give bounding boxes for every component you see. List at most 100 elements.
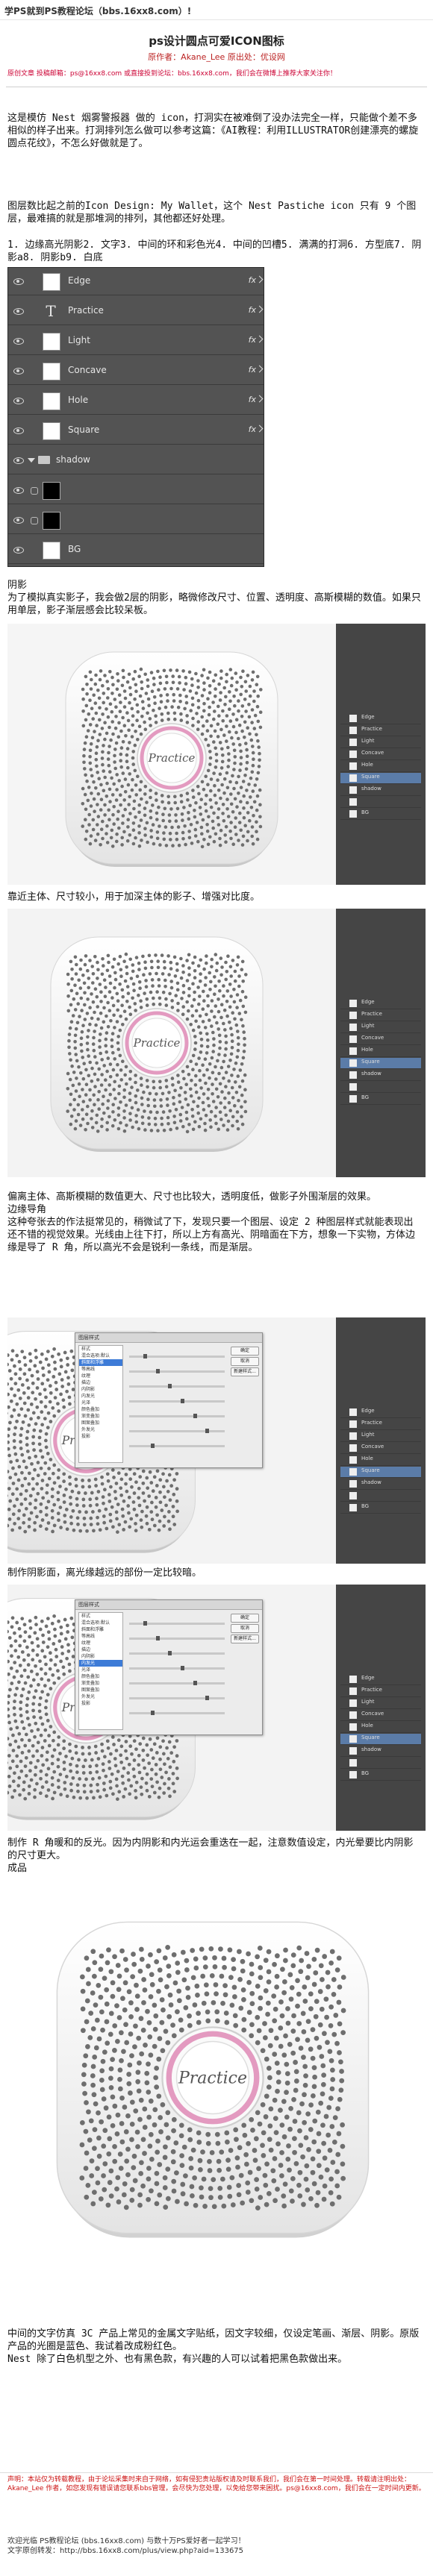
- style-list-item[interactable]: 等高线: [79, 1366, 122, 1373]
- slider[interactable]: [129, 1399, 225, 1403]
- layer-effects-icon[interactable]: fx: [249, 395, 256, 404]
- visibility-eye-icon[interactable]: [13, 455, 24, 466]
- layer-row[interactable]: Practice: [340, 725, 421, 736]
- layer-row[interactable]: shadow: [340, 1746, 421, 1757]
- style-list-item[interactable]: 斜面和浮雕: [79, 1626, 122, 1633]
- layer-row[interactable]: Edge: [340, 713, 421, 724]
- layer-row[interactable]: Hole fx: [8, 387, 264, 415]
- chevron-icon[interactable]: [255, 335, 264, 343]
- slider[interactable]: [129, 1621, 225, 1626]
- layer-row[interactable]: shadow: [340, 1479, 421, 1490]
- layer-row[interactable]: Practice: [340, 1686, 421, 1697]
- layer-row[interactable]: Concave: [340, 1034, 421, 1045]
- slider[interactable]: [129, 1369, 225, 1373]
- slider[interactable]: [129, 1429, 225, 1433]
- style-options[interactable]: [126, 1345, 228, 1463]
- layer-row[interactable]: Square: [340, 1058, 421, 1069]
- visibility-eye-icon[interactable]: [13, 336, 24, 346]
- layer-row[interactable]: Hole: [340, 1455, 421, 1466]
- slider[interactable]: [129, 1696, 225, 1700]
- chevron-icon[interactable]: [255, 395, 264, 403]
- ok-button[interactable]: 确定: [231, 1614, 259, 1623]
- slider-handle[interactable]: [143, 1354, 148, 1358]
- style-list-item[interactable]: 描边: [79, 1646, 122, 1653]
- style-list-item[interactable]: 描边: [79, 1379, 122, 1386]
- layer-row[interactable]: BG: [340, 1770, 421, 1781]
- style-list-item[interactable]: 渐变叠加: [79, 1680, 122, 1687]
- layer-row[interactable]: Concave: [340, 1710, 421, 1721]
- chevron-icon[interactable]: [255, 424, 264, 433]
- slider[interactable]: [129, 1636, 225, 1640]
- slider-handle[interactable]: [205, 1696, 210, 1700]
- style-list-item[interactable]: 内阴影: [79, 1653, 122, 1660]
- visibility-eye-icon[interactable]: [13, 485, 24, 495]
- slider[interactable]: [129, 1414, 225, 1418]
- visibility-eye-icon[interactable]: [13, 515, 24, 525]
- style-list-item[interactable]: 纹理: [79, 1640, 122, 1646]
- layer-row[interactable]: Square fx: [8, 417, 264, 445]
- slider[interactable]: [129, 1444, 225, 1448]
- layer-row[interactable]: Practice: [340, 1419, 421, 1430]
- layer-row[interactable]: [340, 797, 421, 808]
- cancel-button[interactable]: 取消: [231, 1624, 259, 1633]
- style-list-item[interactable]: 投影: [79, 1433, 122, 1440]
- style-list-item[interactable]: 光泽: [79, 1667, 122, 1673]
- layer-row[interactable]: Concave: [340, 749, 421, 760]
- layer-row[interactable]: Concave: [340, 1443, 421, 1454]
- layer-row[interactable]: Square: [340, 1734, 421, 1745]
- slider-handle[interactable]: [143, 1621, 148, 1626]
- layer-row[interactable]: [340, 1758, 421, 1769]
- layer-effects-icon[interactable]: fx: [249, 305, 256, 315]
- style-list-item[interactable]: 颜色叠加: [79, 1673, 122, 1680]
- visibility-eye-icon[interactable]: [13, 276, 24, 286]
- layer-row[interactable]: BG: [340, 1094, 421, 1105]
- slider-handle[interactable]: [155, 1636, 160, 1640]
- style-list-item[interactable]: 图案叠加: [79, 1420, 122, 1426]
- visibility-eye-icon[interactable]: [13, 366, 24, 376]
- layer-row[interactable]: Edge: [340, 998, 421, 1009]
- slider-handle[interactable]: [151, 1711, 155, 1715]
- layer-row[interactable]: T Practice fx: [8, 298, 264, 325]
- style-list-item[interactable]: 内阴影: [79, 1386, 122, 1393]
- style-list-item[interactable]: 颜色叠加: [79, 1406, 122, 1413]
- layer-row[interactable]: Light fx: [8, 328, 264, 355]
- layer-row[interactable]: shadow: [340, 1070, 421, 1081]
- footer-links[interactable]: 欢迎光临 PS教程论坛 (bbs.16xx8.com) 与数十万PS爱好者一起学…: [7, 2536, 426, 2556]
- layer-row[interactable]: [340, 1491, 421, 1502]
- style-list-item[interactable]: 投影: [79, 1700, 122, 1707]
- visibility-eye-icon[interactable]: [13, 395, 24, 406]
- slider-handle[interactable]: [155, 1369, 160, 1373]
- slider-handle[interactable]: [168, 1651, 172, 1655]
- style-list-item[interactable]: 混合选项:默认: [79, 1353, 122, 1359]
- slider[interactable]: [129, 1384, 225, 1388]
- slider-handle[interactable]: [151, 1444, 155, 1448]
- expand-arrow-icon[interactable]: [28, 458, 35, 463]
- chevron-icon[interactable]: [255, 275, 264, 283]
- style-list-item[interactable]: 光泽: [79, 1400, 122, 1406]
- new-button[interactable]: 新建样式...: [231, 1367, 259, 1376]
- layer-row[interactable]: Light: [340, 1698, 421, 1709]
- style-list-item[interactable]: 混合选项:默认: [79, 1620, 122, 1626]
- chevron-icon[interactable]: [255, 365, 264, 373]
- slider-handle[interactable]: [181, 1666, 185, 1670]
- layer-row[interactable]: Hole: [340, 1046, 421, 1057]
- slider-handle[interactable]: [205, 1429, 210, 1433]
- visibility-eye-icon[interactable]: [13, 545, 24, 555]
- layer-row[interactable]: Hole: [340, 761, 421, 772]
- layer-row[interactable]: Square: [340, 1467, 421, 1478]
- style-list-item[interactable]: 渐变叠加: [79, 1413, 122, 1420]
- layer-row[interactable]: shadow: [8, 447, 264, 474]
- layer-style-dialog[interactable]: 图层样式 样式 混合选项:默认 斜面和浮雕 等高线 纹理 描边 内阴影 内发光 光泽 颜色叠加 渐变叠…: [75, 1599, 263, 1735]
- style-list-item[interactable]: 样式: [79, 1613, 122, 1620]
- layer-row[interactable]: Practice: [340, 1010, 421, 1021]
- cancel-button[interactable]: 取消: [231, 1357, 259, 1366]
- style-list-item[interactable]: 内发光: [79, 1660, 122, 1667]
- slider-handle[interactable]: [193, 1414, 197, 1418]
- layer-row[interactable]: [340, 1082, 421, 1093]
- style-list-item[interactable]: 斜面和浮雕: [79, 1359, 122, 1366]
- style-list-item[interactable]: 样式: [79, 1346, 122, 1353]
- layer-row[interactable]: Edge: [340, 1674, 421, 1685]
- layer-row[interactable]: Edge fx: [8, 268, 264, 295]
- layer-row[interactable]: Concave fx: [8, 357, 264, 385]
- slider[interactable]: [129, 1354, 225, 1358]
